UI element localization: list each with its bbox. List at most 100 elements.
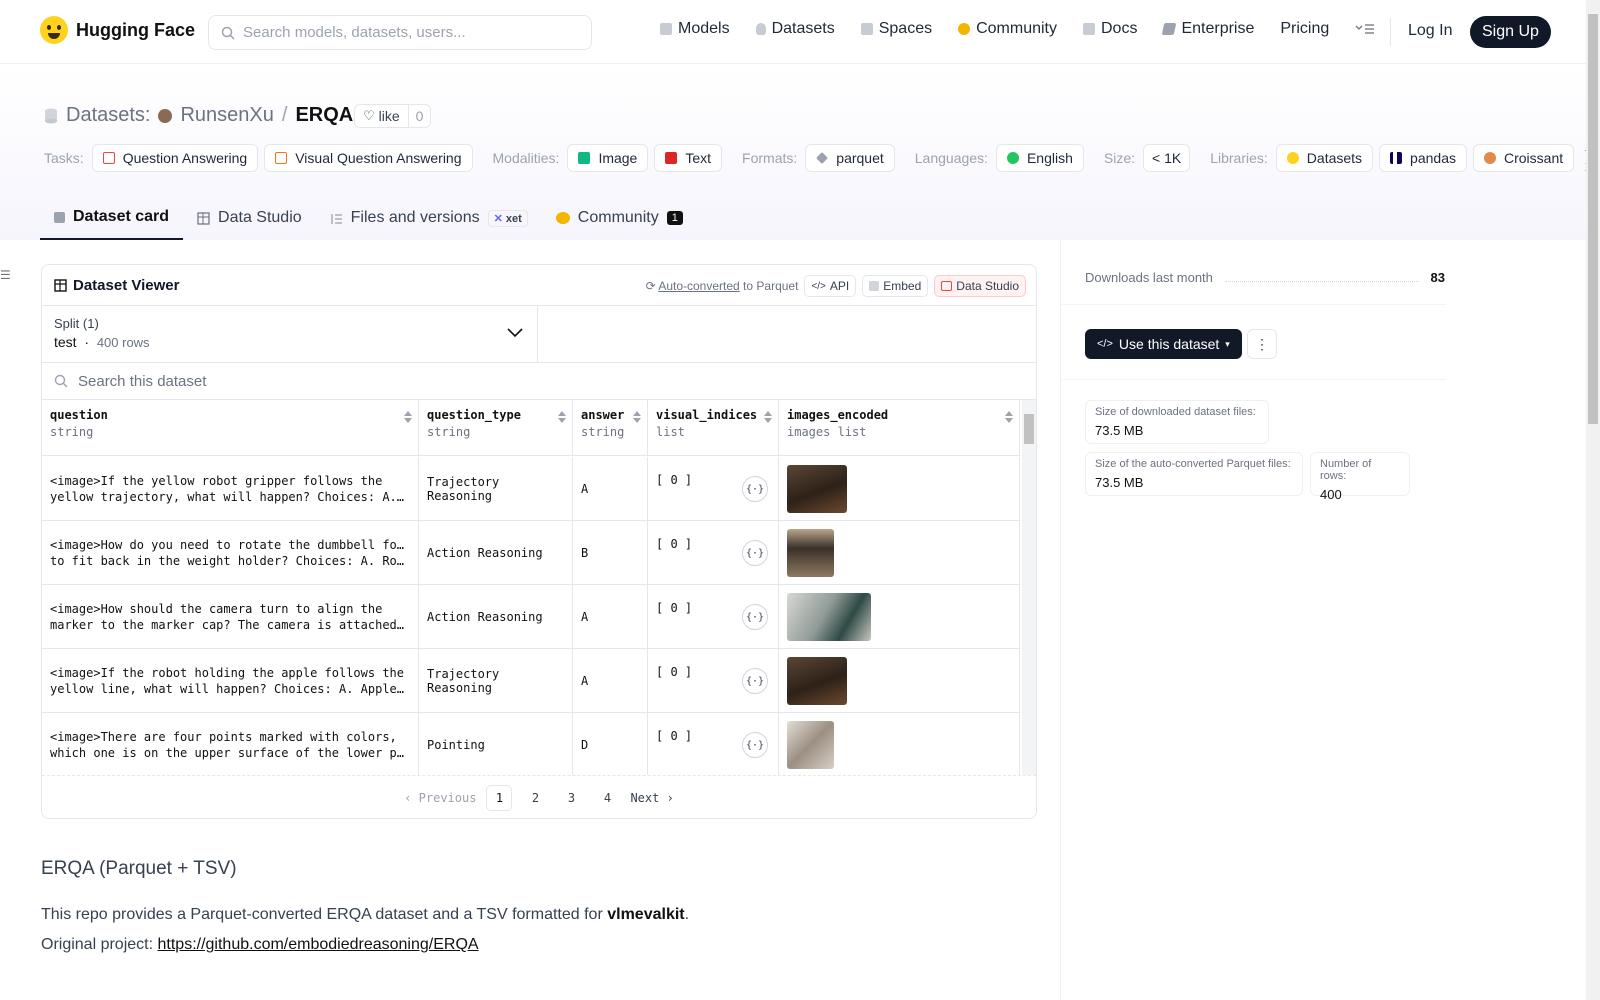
cell-images[interactable] bbox=[779, 585, 1020, 649]
dataset-search-input[interactable] bbox=[78, 372, 778, 390]
embed-button[interactable]: Embed bbox=[862, 275, 929, 297]
json-view-icon[interactable]: {·} bbox=[742, 476, 768, 502]
login-link[interactable]: Log In bbox=[1408, 22, 1452, 40]
json-view-icon[interactable]: {·} bbox=[742, 668, 768, 694]
column-header-answer[interactable]: answer string bbox=[573, 400, 648, 456]
image-thumbnail[interactable] bbox=[787, 593, 871, 641]
dataset-search[interactable] bbox=[42, 363, 1036, 400]
sort-icon[interactable] bbox=[558, 410, 566, 424]
table-row[interactable]: <image>There are four points marked with… bbox=[42, 713, 1020, 775]
global-search[interactable] bbox=[208, 15, 592, 50]
nav-datasets[interactable]: Datasets bbox=[755, 20, 835, 38]
tag-parquet[interactable]: parquet bbox=[805, 144, 895, 172]
data-studio-button[interactable]: Data Studio bbox=[934, 275, 1026, 297]
image-thumbnail[interactable] bbox=[787, 465, 847, 513]
tag-size[interactable]: < 1K bbox=[1143, 144, 1191, 172]
nav-community[interactable]: Community bbox=[958, 20, 1057, 38]
sort-icon[interactable] bbox=[764, 410, 772, 424]
cell-images[interactable] bbox=[779, 713, 1020, 775]
page-scrollbar[interactable] bbox=[1586, 0, 1600, 1000]
tab-data-studio[interactable]: Data Studio bbox=[183, 196, 316, 240]
previous-page-button[interactable]: ‹ Previous bbox=[404, 785, 476, 811]
cell-question[interactable]: <image>How do you need to rotate the dum… bbox=[42, 521, 419, 585]
cell-question[interactable]: <image>If the yellow robot gripper follo… bbox=[42, 457, 419, 521]
cell-question-type[interactable]: Trajectory Reasoning bbox=[419, 457, 573, 521]
cell-visual-indices[interactable]: [ 0 ] {·} bbox=[648, 521, 779, 585]
nav-pricing[interactable]: Pricing bbox=[1280, 20, 1329, 38]
signup-button[interactable]: Sign Up bbox=[1470, 16, 1551, 48]
cell-images[interactable] bbox=[779, 521, 1020, 585]
tag-pandas[interactable]: pandas bbox=[1379, 144, 1467, 172]
cell-answer[interactable]: B bbox=[573, 521, 648, 585]
original-project-link[interactable]: https://github.com/embodiedreasoning/ERQ… bbox=[158, 936, 479, 953]
json-view-icon[interactable]: {·} bbox=[742, 540, 768, 566]
cell-answer[interactable]: A bbox=[573, 649, 648, 713]
table-row[interactable]: <image>How do you need to rotate the dum… bbox=[42, 521, 1020, 585]
tag-english[interactable]: English bbox=[995, 144, 1084, 172]
page-button[interactable]: 3 bbox=[558, 785, 584, 811]
tab-community[interactable]: Community 1 bbox=[542, 196, 697, 240]
image-thumbnail[interactable] bbox=[787, 721, 834, 769]
sort-icon[interactable] bbox=[1005, 410, 1013, 424]
image-thumbnail[interactable] bbox=[787, 529, 834, 577]
tab-dataset-card[interactable]: Dataset card bbox=[40, 196, 184, 240]
image-thumbnail[interactable] bbox=[787, 657, 847, 705]
nav-models[interactable]: Models bbox=[660, 20, 730, 38]
cell-question-type[interactable]: Pointing bbox=[419, 713, 573, 775]
global-search-input[interactable] bbox=[243, 24, 573, 41]
split-selector[interactable]: Split (1) test · 400 rows bbox=[42, 306, 538, 363]
table-scrollbar-thumb[interactable] bbox=[1024, 414, 1034, 444]
column-header-visual-indices[interactable]: visual_indices list bbox=[648, 400, 779, 456]
page-button[interactable]: 4 bbox=[594, 785, 620, 811]
tag-datasets-lib[interactable]: Datasets bbox=[1275, 144, 1374, 172]
page-button[interactable]: 2 bbox=[522, 785, 548, 811]
cell-images[interactable] bbox=[779, 457, 1020, 521]
like-button[interactable]: ♡ like 0 bbox=[354, 104, 432, 128]
table-scrollbar[interactable] bbox=[1022, 400, 1036, 775]
tab-files-and-versions[interactable]: Files and versions ✕ xet bbox=[316, 196, 542, 240]
tag-croissant[interactable]: Croissant bbox=[1472, 144, 1575, 172]
json-view-icon[interactable]: {·} bbox=[742, 732, 768, 758]
page-scrollbar-thumb[interactable] bbox=[1588, 14, 1598, 424]
cell-answer[interactable]: A bbox=[573, 457, 648, 521]
cell-visual-indices[interactable]: [ 0 ] {·} bbox=[648, 649, 779, 713]
tag-visual-question-answering[interactable]: Visual Question Answering bbox=[264, 144, 473, 172]
sort-icon[interactable] bbox=[404, 410, 412, 424]
next-page-button[interactable]: Next › bbox=[630, 785, 673, 811]
auto-converted-link[interactable]: Auto-converted bbox=[658, 279, 739, 293]
json-view-icon[interactable]: {·} bbox=[742, 604, 768, 630]
cell-question-type[interactable]: Action Reasoning bbox=[419, 585, 573, 649]
toc-toggle-icon[interactable]: ☰ bbox=[0, 268, 11, 282]
breadcrumb-section[interactable]: Datasets: bbox=[66, 104, 150, 127]
sort-icon[interactable] bbox=[633, 410, 641, 424]
cell-question-type[interactable]: Trajectory Reasoning bbox=[419, 649, 573, 713]
cell-answer[interactable]: D bbox=[573, 713, 648, 775]
page-button[interactable]: 1 bbox=[486, 784, 513, 811]
cell-answer[interactable]: A bbox=[573, 585, 648, 649]
nav-docs[interactable]: Docs bbox=[1083, 20, 1137, 38]
auto-converted-note[interactable]: ⟳ Auto-converted to Parquet bbox=[646, 279, 799, 293]
table-row[interactable]: <image>How should the camera turn to ali… bbox=[42, 585, 1020, 649]
cell-images[interactable] bbox=[779, 649, 1020, 713]
column-header-question[interactable]: question string bbox=[42, 400, 419, 456]
cell-visual-indices[interactable]: [ 0 ] {·} bbox=[648, 585, 779, 649]
cell-question-type[interactable]: Action Reasoning bbox=[419, 521, 573, 585]
cell-question[interactable]: <image>If the robot holding the apple fo… bbox=[42, 649, 419, 713]
tag-text[interactable]: Text bbox=[654, 144, 723, 172]
nav-enterprise[interactable]: Enterprise bbox=[1162, 20, 1254, 38]
table-row[interactable]: <image>If the robot holding the apple fo… bbox=[42, 649, 1020, 713]
column-header-question-type[interactable]: question_type string bbox=[419, 400, 573, 456]
more-menu-icon[interactable] bbox=[1355, 22, 1375, 36]
nav-spaces[interactable]: Spaces bbox=[860, 20, 932, 38]
cell-visual-indices[interactable]: [ 0 ] {·} bbox=[648, 713, 779, 775]
hf-logo[interactable]: Hugging Face bbox=[40, 16, 195, 44]
tag-image[interactable]: Image bbox=[567, 144, 649, 172]
cell-question[interactable]: <image>How should the camera turn to ali… bbox=[42, 585, 419, 649]
breadcrumb-owner[interactable]: RunsenXu bbox=[180, 104, 273, 127]
use-this-dataset-button[interactable]: </> Use this dataset ▾ bbox=[1085, 329, 1242, 359]
api-button[interactable]: </> API bbox=[804, 275, 857, 297]
table-row[interactable]: <image>If the yellow robot gripper follo… bbox=[42, 457, 1020, 521]
breadcrumb-repo-name[interactable]: ERQA bbox=[295, 104, 353, 127]
cell-question[interactable]: <image>There are four points marked with… bbox=[42, 713, 419, 775]
tag-question-answering[interactable]: Question Answering bbox=[91, 144, 259, 172]
